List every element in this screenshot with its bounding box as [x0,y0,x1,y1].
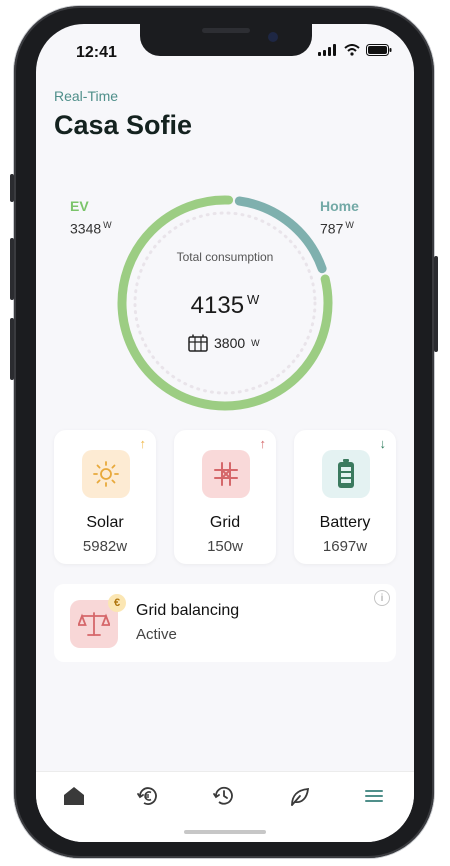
nav-eco[interactable] [288,784,312,808]
nav-history[interactable] [212,784,236,808]
arrow-up-icon: ↑ [139,436,147,451]
solar-production-summary: 3800 W [188,334,260,352]
source-value: 5982w [82,538,128,555]
sun-icon [82,450,130,498]
home-indicator [184,830,266,834]
nav-tariffs[interactable] [136,784,160,808]
grid-balancing-card[interactable]: € Grid balancing Active i [54,584,396,662]
info-icon[interactable]: i [374,590,390,606]
app-screen: 12:41 Real-Time Casa Sofie EV 3348 W Home… [36,24,414,842]
source-name: Grid [209,514,241,531]
grid-balancing-title: Grid balancing [136,602,240,619]
nav-home[interactable] [62,784,86,808]
nav-menu[interactable] [362,784,386,808]
ev-value: 3348 W [70,220,112,237]
battery-icon [322,450,370,498]
arrow-down-icon: ↓ [379,436,387,451]
grid-balancing-status: Active [136,626,177,643]
source-card-solar[interactable]: ↑ Solar 5982w [54,430,156,564]
status-time: 12:41 [76,44,117,61]
source-value: 150w [207,538,243,555]
arrow-up-icon: ↑ [259,436,267,451]
source-value: 1697w [322,538,368,555]
wifi-icon [344,44,360,56]
bottom-nav [36,771,414,842]
euro-badge-icon: € [108,594,126,612]
history-icon [213,786,233,805]
euro-cycle-icon [137,787,157,805]
source-name: Battery [319,514,371,531]
status-icons [318,44,392,56]
volume-up-button [10,238,14,300]
battery-status-icon [366,44,392,56]
source-card-battery[interactable]: ↓ Battery 1697w [294,430,396,564]
source-card-grid[interactable]: ↑ Grid 150w [174,430,276,564]
power-button [434,256,438,352]
total-consumption-value: 4135 W [190,292,260,319]
menu-icon [365,790,383,802]
ev-label: EV [70,198,89,214]
page-title: Casa Sofie [54,110,193,140]
notch [140,24,312,56]
front-camera [268,32,278,42]
page-subtitle: Real-Time [54,88,119,104]
ring-label: Total consumption [176,250,274,264]
solar-panel-icon [188,334,208,352]
signal-icon [318,44,336,56]
grid-icon [202,450,250,498]
home-icon [64,787,84,805]
mute-switch [10,174,14,202]
source-name: Solar [86,514,124,531]
volume-down-button [10,318,14,380]
leaf-icon [291,788,310,806]
speaker [202,28,250,33]
